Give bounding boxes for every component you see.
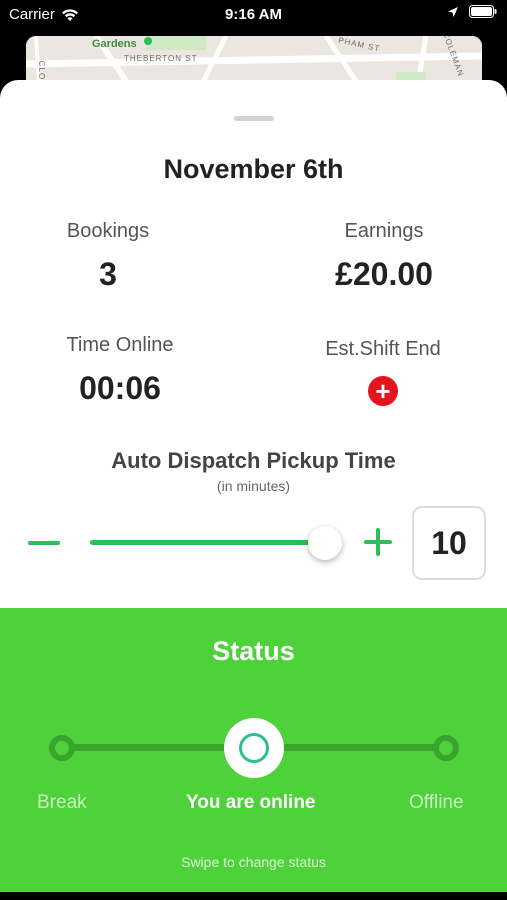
- bookings-label: Bookings: [66, 220, 150, 242]
- status-panel: Status Break You are online Offline Swip…: [0, 608, 507, 892]
- add-shift-end-button[interactable]: +: [368, 376, 398, 406]
- summary-date: November 6th: [163, 154, 344, 184]
- shift-end-label: Est.Shift End: [325, 338, 441, 360]
- time-online-label: Time Online: [66, 334, 174, 356]
- earnings-value: £20.00: [335, 256, 433, 292]
- status-icons: [447, 5, 497, 18]
- sheet-grabber[interactable]: [234, 116, 274, 121]
- earnings-label: Earnings: [344, 220, 424, 242]
- battery-icon: [469, 5, 497, 18]
- location-arrow-icon: [448, 6, 458, 17]
- increase-time-button[interactable]: [364, 528, 392, 556]
- pickup-time-slider-track[interactable]: [90, 540, 330, 545]
- pickup-time-slider-thumb[interactable]: [308, 526, 342, 560]
- dispatch-subtitle: (in minutes): [216, 478, 291, 494]
- status-option-offline[interactable]: Offline: [409, 792, 464, 814]
- map-label-clo: CLO: [37, 60, 47, 81]
- clock: 9:16 AM: [225, 6, 282, 23]
- map-label-gardens: Gardens: [92, 38, 137, 50]
- map-label-theberton: THEBERTON ST: [124, 54, 198, 63]
- bottom-edge: [0, 892, 507, 900]
- dispatch-title: Auto Dispatch Pickup Time: [111, 448, 396, 473]
- break-node[interactable]: [49, 735, 75, 761]
- shift-summary-sheet: November 6th Bookings 3 Earnings £20.00 …: [0, 80, 507, 608]
- status-knob[interactable]: [224, 718, 284, 778]
- status-option-break[interactable]: Break: [37, 792, 87, 814]
- time-online-value: 00:06: [79, 370, 161, 406]
- status-bar: Carrier 9:16 AM: [0, 0, 507, 30]
- minus-icon: [28, 541, 60, 545]
- decrease-time-button[interactable]: [28, 528, 62, 558]
- online-ring-icon: [239, 733, 269, 763]
- plus-icon-vertical: [376, 528, 380, 556]
- bookings-value: 3: [99, 256, 117, 292]
- swipe-hint: Swipe to change status: [181, 854, 326, 870]
- offline-node[interactable]: [433, 735, 459, 761]
- plus-icon: +: [375, 376, 391, 406]
- pickup-time-value[interactable]: 10: [412, 506, 486, 580]
- status-title: Status: [212, 636, 295, 666]
- status-option-online[interactable]: You are online: [186, 792, 316, 814]
